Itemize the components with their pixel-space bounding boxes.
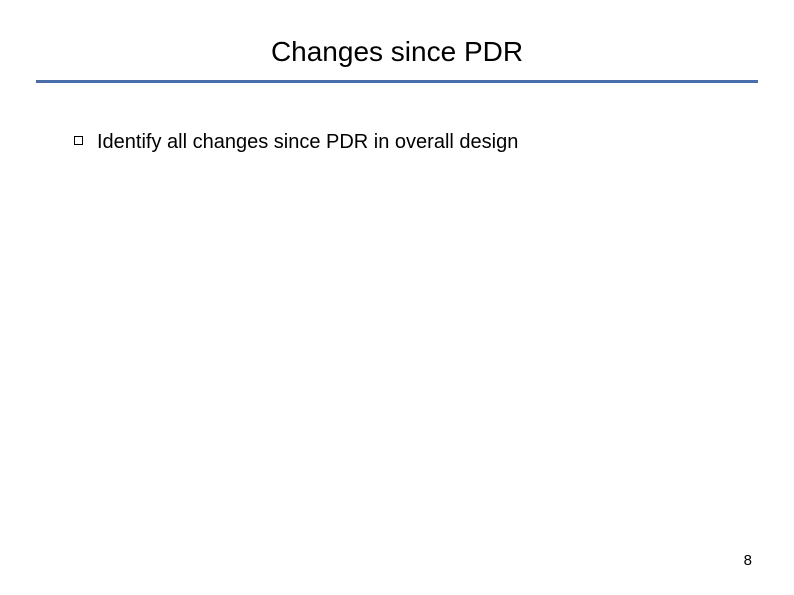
slide: Changes since PDR Identify all changes s… (0, 0, 794, 595)
list-item: Identify all changes since PDR in overal… (74, 130, 754, 155)
title-divider (36, 80, 758, 83)
bullet-text: Identify all changes since PDR in overal… (97, 130, 518, 155)
page-number: 8 (744, 552, 752, 569)
slide-title: Changes since PDR (0, 36, 794, 68)
square-bullet-icon (74, 136, 83, 145)
slide-body: Identify all changes since PDR in overal… (74, 130, 754, 155)
